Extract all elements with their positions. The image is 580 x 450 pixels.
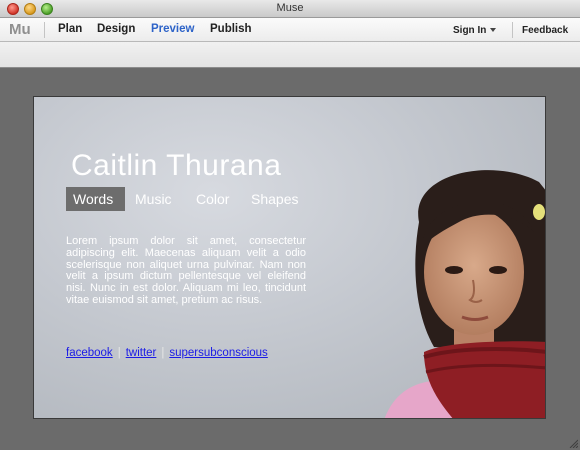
preview-canvas: Caitlin Thurana Words Music Color Shapes…	[33, 96, 546, 419]
menu-bar: Mu Plan Design Preview Publish Sign In F…	[0, 18, 580, 42]
title-bar: Muse	[0, 0, 580, 18]
muse-logo: Mu	[9, 21, 31, 38]
menu-divider	[44, 22, 45, 38]
link-separator: |	[161, 347, 165, 359]
toolbar	[0, 42, 580, 68]
link-facebook[interactable]: facebook	[66, 347, 113, 359]
nav-shapes[interactable]: Shapes	[244, 187, 305, 211]
sign-in-menu[interactable]: Sign In	[453, 25, 497, 36]
menu-plan[interactable]: Plan	[58, 23, 82, 35]
menu-preview[interactable]: Preview	[151, 23, 194, 35]
feedback-button[interactable]: Feedback	[522, 25, 568, 36]
nav-words[interactable]: Words	[66, 187, 125, 211]
body-paragraph: Lorem ipsum dolor sit amet, consectetur …	[66, 235, 306, 306]
sign-in-label: Sign In	[453, 25, 487, 36]
menu-publish[interactable]: Publish	[210, 23, 252, 35]
portrait-photo	[384, 170, 545, 418]
social-links: facebook | twitter | supersubconscious	[66, 347, 268, 359]
resize-grip-icon[interactable]	[568, 438, 578, 448]
window-title: Muse	[276, 2, 304, 14]
menu-divider	[512, 22, 513, 38]
site-title: Caitlin Thurana	[71, 149, 282, 182]
link-supersubconscious[interactable]: supersubconscious	[169, 347, 267, 359]
chevron-down-icon	[490, 28, 497, 33]
menu-design[interactable]: Design	[97, 23, 135, 35]
nav-music[interactable]: Music	[128, 187, 179, 211]
nav-color[interactable]: Color	[189, 187, 236, 211]
link-twitter[interactable]: twitter	[126, 347, 157, 359]
link-separator: |	[117, 347, 121, 359]
